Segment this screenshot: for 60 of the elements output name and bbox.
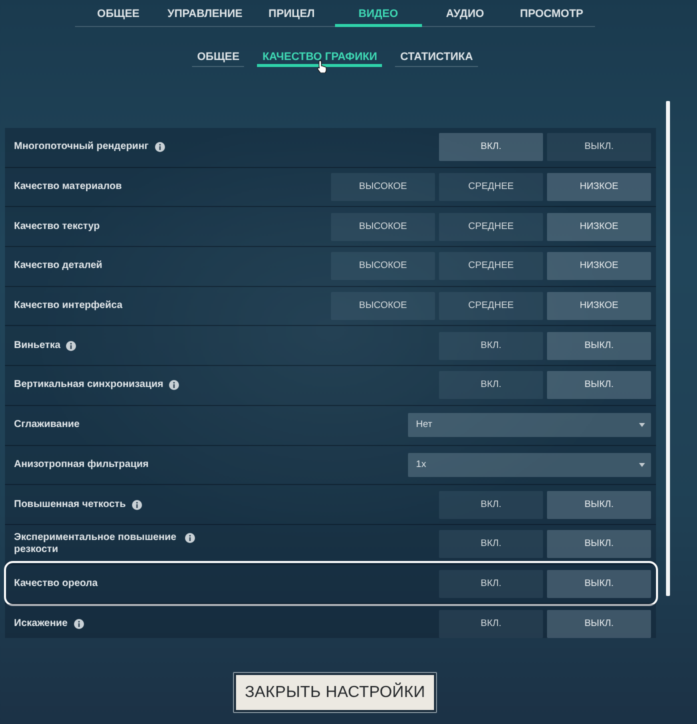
option-button[interactable]: СРЕДНЕЕ: [439, 173, 544, 202]
tab[interactable]: ВИДЕО: [334, 0, 422, 27]
option-button[interactable]: ВЫСОКОЕ: [331, 252, 436, 280]
option-button[interactable]: ВЫСОКОЕ: [331, 292, 436, 320]
tab[interactable]: АУДИО: [422, 0, 508, 27]
info-icon[interactable]: [66, 340, 76, 351]
option-button[interactable]: ВЫСОКОЕ: [331, 173, 436, 202]
option-button[interactable]: ВЫКЛ.: [547, 610, 652, 638]
setting-label: Качество деталей: [14, 260, 102, 272]
option-button[interactable]: ВЫСОКОЕ: [331, 212, 436, 241]
tab[interactable]: УПРАВЛЕНИЕ: [162, 0, 248, 27]
setting-label: Качество интерфейса: [14, 300, 122, 312]
option-button[interactable]: ВКЛ.: [439, 530, 544, 558]
setting-label: Вертикальная синхронизация: [14, 379, 164, 392]
setting-label: Экспериментальное повышение резкости: [14, 532, 178, 556]
option-button[interactable]: ВЫКЛ.: [547, 332, 652, 360]
option-button[interactable]: ВЫКЛ.: [547, 133, 652, 162]
info-icon[interactable]: [154, 142, 165, 152]
option-button[interactable]: СРЕДНЕЕ: [439, 292, 544, 320]
option-button[interactable]: ВЫКЛ.: [547, 490, 652, 519]
dropdown-field[interactable]: 1x: [408, 452, 652, 477]
close-settings-button[interactable]: ЗАКРЫТЬ НАСТРОЙКИ: [232, 672, 438, 713]
subtab[interactable]: ОБЩЕЕ: [192, 50, 244, 67]
setting-label: Качество материалов: [14, 181, 122, 194]
option-button[interactable]: ВКЛ.: [439, 332, 544, 360]
option-button[interactable]: НИЗКОЕ: [547, 292, 652, 320]
option-button[interactable]: ВКЛ.: [439, 610, 544, 638]
option-button[interactable]: ВКЛ.: [439, 371, 544, 400]
info-icon[interactable]: [74, 618, 84, 629]
info-icon[interactable]: [132, 500, 142, 510]
option-button[interactable]: ВЫКЛ.: [547, 371, 652, 400]
tab[interactable]: ОБЩЕЕ: [75, 0, 162, 27]
subtab[interactable]: СТАТИСТИКА: [395, 50, 478, 67]
scrollbar-thumb[interactable]: [666, 101, 670, 596]
dropdown-field[interactable]: Нет: [408, 413, 652, 438]
option-button[interactable]: СРЕДНЕЕ: [439, 212, 544, 241]
setting-label: Сглаживание: [14, 419, 80, 432]
option-button[interactable]: НИЗКОЕ: [547, 252, 652, 280]
option-button[interactable]: НИЗКОЕ: [547, 173, 652, 202]
setting-label: Многопоточный рендеринг: [14, 141, 149, 154]
option-button[interactable]: ВКЛ.: [439, 133, 544, 162]
option-button[interactable]: ВКЛ.: [439, 490, 544, 519]
option-button[interactable]: ВЫКЛ.: [547, 570, 652, 598]
caret-icon: [639, 423, 646, 428]
option-button[interactable]: НИЗКОЕ: [547, 212, 652, 241]
setting-label: Качество ореола: [14, 578, 98, 590]
setting-label: Искажение: [14, 618, 68, 630]
info-icon[interactable]: [169, 380, 180, 390]
setting-label: Виньетка: [14, 340, 60, 352]
option-button[interactable]: ВКЛ.: [439, 570, 544, 598]
caret-icon: [639, 462, 646, 467]
option-button[interactable]: ВЫКЛ.: [547, 530, 652, 558]
subtab[interactable]: КАЧЕСТВО ГРАФИКИ: [257, 50, 382, 67]
setting-label: Качество текстур: [14, 220, 100, 233]
tab[interactable]: ПРОСМОТР: [508, 0, 595, 27]
option-button[interactable]: СРЕДНЕЕ: [439, 252, 544, 280]
setting-label: Повышенная четкость: [14, 498, 126, 511]
info-icon[interactable]: [185, 533, 195, 544]
tab[interactable]: ПРИЦЕЛ: [248, 0, 335, 27]
setting-label: Анизотропная фильтрация: [14, 458, 149, 471]
